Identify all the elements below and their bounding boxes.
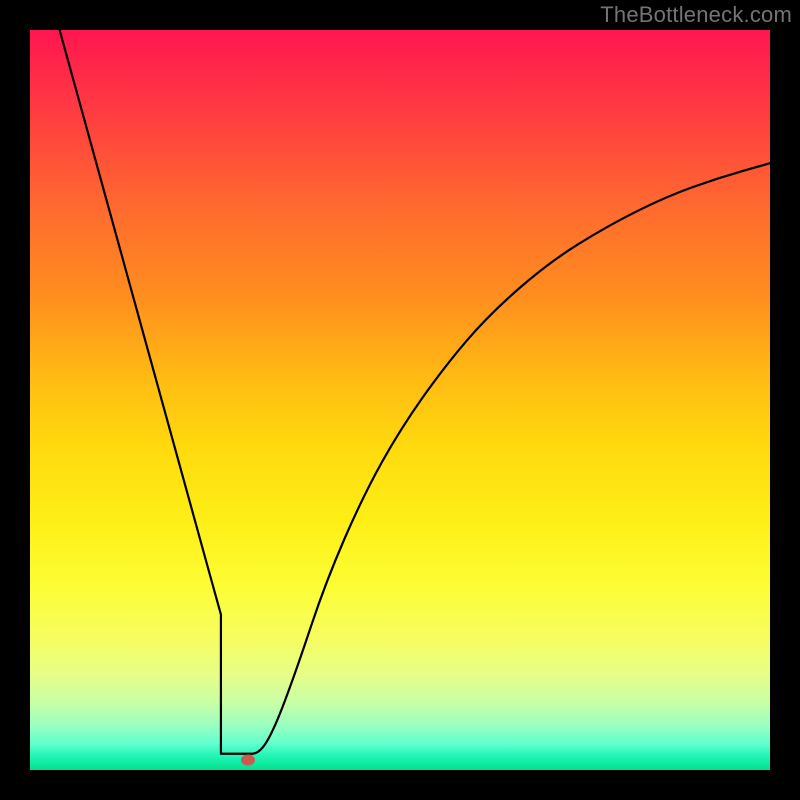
curve-svg (30, 30, 770, 770)
chart-frame: TheBottleneck.com (0, 0, 800, 800)
marker-dot (241, 755, 255, 766)
watermark-text: TheBottleneck.com (600, 2, 792, 28)
curve-path (60, 30, 770, 754)
plot-area (30, 30, 770, 770)
